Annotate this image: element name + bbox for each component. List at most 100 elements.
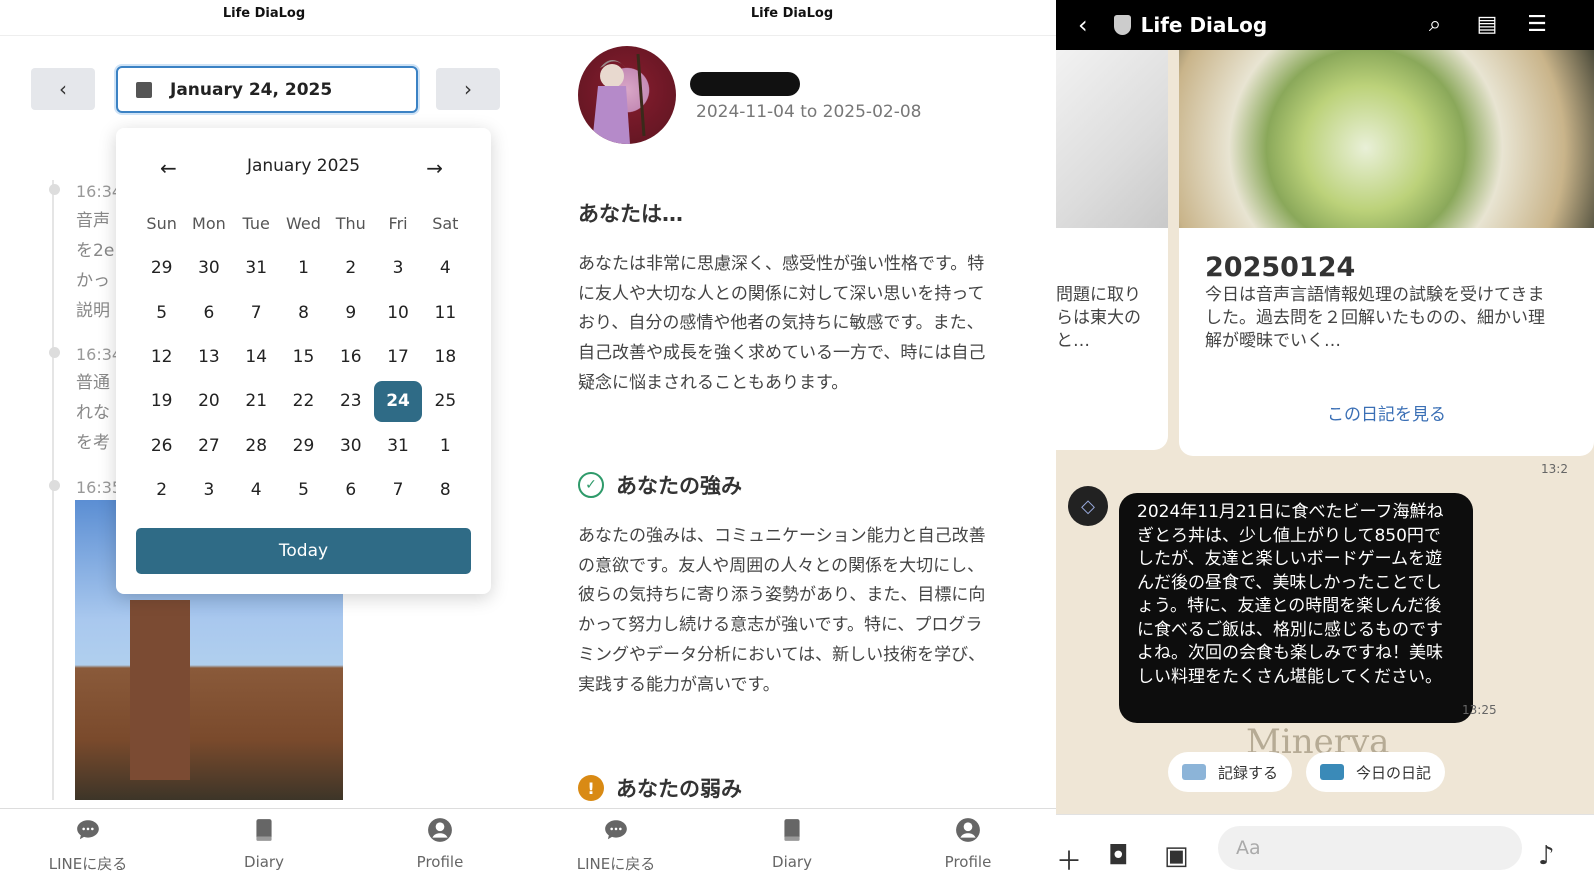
strengths-body: あなたの強みは、コミュニケーション能力と自己改善の意欲です。友人や周囲の人々との… <box>578 526 986 695</box>
card-date: 20250124 <box>1205 252 1356 283</box>
message-bubble: 2024年11月21日に食べたビーフ海鮮ねぎとろ丼は、少し値上がりして850円で… <box>1119 493 1473 723</box>
weekday-label: Thu <box>335 214 366 233</box>
calendar-day[interactable]: 13 <box>185 335 232 379</box>
calendar-day[interactable]: 22 <box>280 379 327 423</box>
calendar-day[interactable]: 21 <box>233 379 280 423</box>
calendar-day[interactable]: 30 <box>327 424 374 468</box>
calendar-day[interactable]: 6 <box>327 468 374 512</box>
chevron-right-icon: › <box>464 77 472 101</box>
plus-icon[interactable]: ＋ <box>1056 841 1082 878</box>
nav-line[interactable]: LINEに戻る <box>28 817 148 894</box>
calendar-day[interactable]: 31 <box>233 246 280 290</box>
weekday-label: Sun <box>146 214 177 233</box>
bot-avatar[interactable]: ◇ <box>1068 486 1108 526</box>
calendar-day[interactable]: 2 <box>327 246 374 290</box>
calendar-day[interactable]: 17 <box>374 335 421 379</box>
shield-icon <box>1113 15 1131 35</box>
notes-icon[interactable]: ▤ <box>1474 12 1500 38</box>
calendar-day[interactable]: 3 <box>185 468 232 512</box>
calendar-day[interactable]: 7 <box>374 468 421 512</box>
calendar-day[interactable]: 11 <box>422 290 469 334</box>
calendar-day[interactable]: 20 <box>185 379 232 423</box>
calendar-day[interactable]: 31 <box>374 424 421 468</box>
next-day-button[interactable]: › <box>436 68 500 110</box>
calendar-day[interactable]: 26 <box>138 424 185 468</box>
next-month-button[interactable]: → <box>426 156 443 180</box>
card-text: 今日は音声言語情報処理の試験を受けてきました。過去問を２回解いたものの、細かい理… <box>1205 285 1545 351</box>
section-title-text: あなたは… <box>578 202 683 226</box>
warning-icon: ! <box>578 775 604 801</box>
chevron-left-icon: ‹ <box>59 77 67 101</box>
calendar-day[interactable]: 30 <box>185 246 232 290</box>
timestamp: 13:2 <box>1541 462 1568 476</box>
card-image <box>1179 50 1594 228</box>
weaknesses-title-text: あなたの弱み <box>616 777 742 801</box>
nav-diary-label: Diary <box>772 853 812 871</box>
calendar-day[interactable]: 4 <box>233 468 280 512</box>
nav-line[interactable]: LINEに戻る <box>556 817 676 894</box>
calendar-day[interactable]: 5 <box>280 468 327 512</box>
back-icon[interactable]: ‹ <box>1078 11 1088 39</box>
calendar-day[interactable]: 16 <box>327 335 374 379</box>
section-body: あなたは非常に思慮深く、感受性が強い性格です。特に友人や大切な人との関係に対して… <box>578 254 986 393</box>
menu-icon[interactable]: ☰ <box>1524 12 1550 38</box>
book-icon <box>256 819 272 841</box>
entry-text: 音声 を2e かっ 説明 <box>76 211 115 321</box>
today-button[interactable]: Today <box>136 528 471 574</box>
calendar-day[interactable]: 2 <box>138 468 185 512</box>
date-picker-field[interactable]: January 24, 2025 <box>116 66 418 113</box>
chat-title: Life DiaLog <box>1140 13 1268 37</box>
nav-line-label: LINEに戻る <box>576 855 656 873</box>
calendar-day[interactable]: 25 <box>422 379 469 423</box>
quick-reply-label: 記録する <box>1218 763 1279 782</box>
bottom-nav: LINEに戻る Diary Profile <box>528 808 1056 894</box>
diary-card[interactable]: 20250124 今日は音声言語情報処理の試験を受けてきました。過去問を２回解い… <box>1179 228 1594 456</box>
calendar-day[interactable]: 8 <box>280 290 327 334</box>
calendar-day[interactable]: 1 <box>280 246 327 290</box>
calendar-day[interactable]: 8 <box>422 468 469 512</box>
timeline-dot <box>49 480 60 491</box>
nav-diary[interactable]: Diary <box>204 817 324 894</box>
camera-icon[interactable]: ◘ <box>1108 841 1129 871</box>
calendar-day[interactable]: 15 <box>280 335 327 379</box>
image-icon[interactable]: ▣ <box>1164 841 1189 871</box>
calendar-day[interactable]: 3 <box>374 246 421 290</box>
nav-profile[interactable]: Profile <box>380 817 500 894</box>
calendar-day[interactable]: 14 <box>233 335 280 379</box>
calendar-day[interactable]: 29 <box>138 246 185 290</box>
quick-reply-label: 今日の日記 <box>1356 763 1432 782</box>
quick-reply-diary[interactable]: 今日の日記 <box>1306 752 1446 792</box>
calendar-day[interactable]: 24 <box>374 381 422 422</box>
quick-reply-record[interactable]: 記録する <box>1168 752 1293 792</box>
prev-day-button[interactable]: ‹ <box>31 68 95 110</box>
microphone-icon[interactable]: ♪ <box>1538 841 1555 871</box>
message-input[interactable]: Aa <box>1218 826 1522 870</box>
calendar-day[interactable]: 29 <box>280 424 327 468</box>
view-diary-link[interactable]: この日記を見る <box>1179 400 1594 425</box>
calendar-day[interactable]: 12 <box>138 335 185 379</box>
calendar-day[interactable]: 10 <box>374 290 421 334</box>
search-icon[interactable]: ⌕ <box>1422 12 1448 38</box>
date-range: 2024-11-04 to 2025-02-08 <box>696 102 922 122</box>
calendar-day[interactable]: 6 <box>185 290 232 334</box>
calendar-day[interactable]: 19 <box>138 379 185 423</box>
calendar-day[interactable]: 23 <box>327 379 374 423</box>
calendar-day[interactable]: 7 <box>233 290 280 334</box>
nav-diary[interactable]: Diary <box>732 817 852 894</box>
diary-card-left[interactable]: 問題に取り らは東大の と… <box>1056 228 1168 450</box>
card-image <box>1056 50 1168 228</box>
calendar-day[interactable]: 4 <box>422 246 469 290</box>
calendar-day[interactable]: 18 <box>422 335 469 379</box>
section-title: あなたは… <box>578 198 683 228</box>
calendar-day[interactable]: 27 <box>185 424 232 468</box>
calendar-day[interactable]: 1 <box>422 424 469 468</box>
chat-bubble-icon <box>77 820 99 840</box>
nav-profile[interactable]: Profile <box>908 817 1028 894</box>
app-title: Life DiaLog <box>528 0 1056 36</box>
calendar-day[interactable]: 9 <box>327 290 374 334</box>
calendar-day[interactable]: 5 <box>138 290 185 334</box>
message-input-placeholder: Aa <box>1236 837 1261 859</box>
calendar-grid: 29 30 31 1 2 3 4 5 6 7 8 9 10 11 12 13 14 15 16 17 18 19 20 21 2… <box>138 246 469 512</box>
calendar-day[interactable]: 28 <box>233 424 280 468</box>
book-icon <box>1320 764 1344 780</box>
